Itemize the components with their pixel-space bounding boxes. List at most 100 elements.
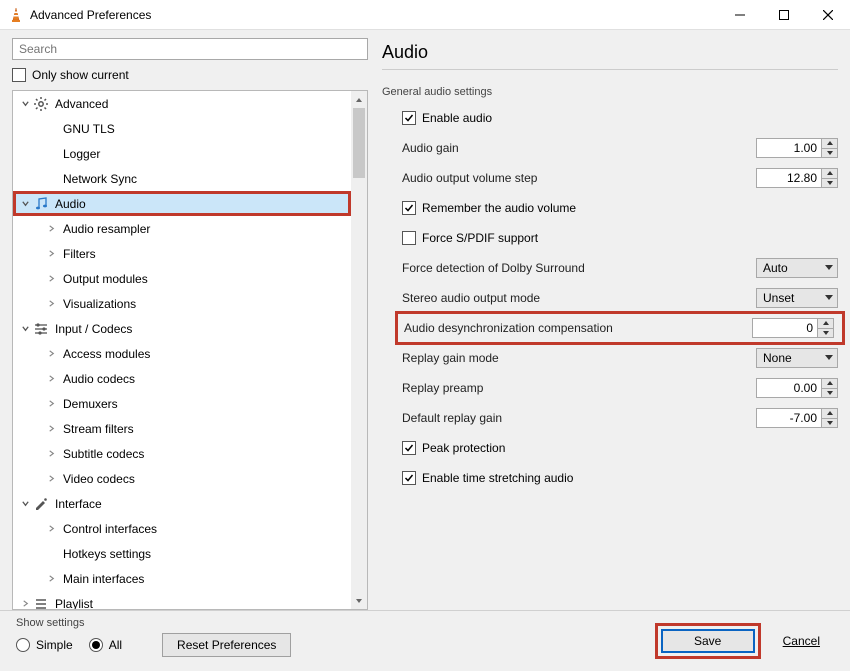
tree-node-network-sync[interactable]: Network Sync: [13, 166, 351, 191]
cancel-button[interactable]: Cancel: [769, 629, 834, 653]
scroll-up-icon[interactable]: [351, 91, 367, 108]
spin-down-icon[interactable]: [822, 149, 837, 158]
chevron-down-icon: [825, 355, 833, 361]
audio-gain-spinner[interactable]: [756, 138, 838, 158]
reset-preferences-button[interactable]: Reset Preferences: [162, 633, 291, 657]
enable-audio-checkbox[interactable]: Enable audio: [402, 111, 492, 125]
tree-node-audio[interactable]: Audio: [13, 191, 351, 216]
remember-volume-checkbox[interactable]: Remember the audio volume: [402, 201, 576, 215]
scroll-track[interactable]: [351, 108, 367, 592]
chevron-right-icon: [43, 249, 59, 258]
replay-mode-dropdown[interactable]: None: [756, 348, 838, 368]
chevron-right-icon: [43, 474, 59, 483]
only-show-current-label: Only show current: [32, 68, 129, 82]
peak-protection-label: Peak protection: [422, 441, 505, 455]
minimize-button[interactable]: [718, 0, 762, 30]
titlebar: Advanced Preferences: [0, 0, 850, 30]
vlc-cone-icon: [8, 7, 24, 23]
tree-node-subtitle-codecs[interactable]: Subtitle codecs: [13, 441, 351, 466]
save-button[interactable]: Save: [661, 629, 755, 653]
default-replay-label: Default replay gain: [402, 411, 756, 425]
dolby-dropdown[interactable]: Auto: [756, 258, 838, 278]
tree-node-visualizations[interactable]: Visualizations: [13, 291, 351, 316]
only-show-current-checkbox[interactable]: [12, 68, 26, 82]
volume-step-spinner[interactable]: [756, 168, 838, 188]
remember-volume-label: Remember the audio volume: [422, 201, 576, 215]
replay-preamp-input[interactable]: [756, 378, 822, 398]
tree-node-input-codecs[interactable]: Input / Codecs: [13, 316, 351, 341]
chevron-down-icon: [19, 199, 31, 208]
tree-node-stream-filters[interactable]: Stream filters: [13, 416, 351, 441]
only-show-current[interactable]: Only show current: [12, 68, 368, 82]
music-note-icon: [33, 196, 49, 212]
tree-node-video-codecs[interactable]: Video codecs: [13, 466, 351, 491]
chevron-down-icon: [19, 499, 31, 508]
scroll-thumb[interactable]: [353, 108, 365, 178]
default-replay-spinner[interactable]: [756, 408, 838, 428]
tree-node-playlist[interactable]: Playlist: [13, 591, 351, 609]
tree-node-filters[interactable]: Filters: [13, 241, 351, 266]
tree-node-access-modules[interactable]: Access modules: [13, 341, 351, 366]
chevron-right-icon: [43, 299, 59, 308]
volume-step-input[interactable]: [756, 168, 822, 188]
right-pane: Audio General audio settings Enable audi…: [382, 38, 838, 610]
tree-node-output-modules[interactable]: Output modules: [13, 266, 351, 291]
tree-node-control-interfaces[interactable]: Control interfaces: [13, 516, 351, 541]
replay-preamp-spinner[interactable]: [756, 378, 838, 398]
row-volume-step: Audio output volume step: [402, 168, 838, 188]
force-spdif-label: Force S/PDIF support: [422, 231, 538, 245]
radio-simple-label: Simple: [36, 638, 73, 652]
row-stereo-mode: Stereo audio output mode Unset: [402, 288, 838, 308]
tree-node-demuxers[interactable]: Demuxers: [13, 391, 351, 416]
chevron-right-icon: [43, 399, 59, 408]
replay-mode-value: None: [763, 351, 825, 365]
close-button[interactable]: [806, 0, 850, 30]
time-stretching-checkbox[interactable]: Enable time stretching audio: [402, 471, 573, 485]
scroll-down-icon[interactable]: [351, 592, 367, 609]
default-replay-input[interactable]: [756, 408, 822, 428]
tree-node-logger[interactable]: Logger: [13, 141, 351, 166]
audio-gain-label: Audio gain: [402, 141, 756, 155]
tree-node-gnu-tls[interactable]: GNU TLS: [13, 116, 351, 141]
settings-tree[interactable]: Advanced GNU TLS Logger Network Sync Aud…: [13, 91, 351, 609]
row-peak-protection: Peak protection: [402, 438, 838, 458]
spin-down-icon[interactable]: [822, 389, 837, 398]
window-controls: [718, 0, 850, 30]
desync-input[interactable]: [752, 318, 818, 338]
chevron-right-icon: [43, 574, 59, 583]
peak-protection-checkbox[interactable]: Peak protection: [402, 441, 505, 455]
settings-form: Enable audio Audio gain Audio output vol…: [382, 108, 838, 488]
dolby-value: Auto: [763, 261, 825, 275]
audio-gain-input[interactable]: [756, 138, 822, 158]
tree-node-advanced[interactable]: Advanced: [13, 91, 351, 116]
row-default-replay: Default replay gain: [402, 408, 838, 428]
dialog-buttons: Save Cancel: [661, 617, 834, 653]
spin-down-icon[interactable]: [822, 179, 837, 188]
spin-down-icon[interactable]: [818, 329, 833, 338]
chevron-right-icon: [43, 524, 59, 533]
spin-up-icon[interactable]: [822, 169, 837, 179]
tree-node-main-interfaces[interactable]: Main interfaces: [13, 566, 351, 591]
force-spdif-checkbox[interactable]: Force S/PDIF support: [402, 231, 538, 245]
spin-up-icon[interactable]: [822, 409, 837, 419]
spin-up-icon[interactable]: [822, 139, 837, 149]
tree-node-audio-codecs[interactable]: Audio codecs: [13, 366, 351, 391]
spin-down-icon[interactable]: [822, 419, 837, 428]
gear-icon: [33, 96, 49, 112]
radio-icon: [89, 638, 103, 652]
stereo-mode-dropdown[interactable]: Unset: [756, 288, 838, 308]
list-icon: [33, 596, 49, 610]
radio-simple[interactable]: Simple: [16, 638, 73, 652]
maximize-button[interactable]: [762, 0, 806, 30]
tree-node-hotkeys-settings[interactable]: Hotkeys settings: [13, 541, 351, 566]
spin-up-icon[interactable]: [818, 319, 833, 329]
tree-scrollbar[interactable]: [351, 91, 367, 609]
tree-node-interface[interactable]: Interface: [13, 491, 351, 516]
desync-spinner[interactable]: [752, 318, 834, 338]
row-audio-gain: Audio gain: [402, 138, 838, 158]
tree-node-audio-resampler[interactable]: Audio resampler: [13, 216, 351, 241]
search-input[interactable]: [12, 38, 368, 60]
window-title: Advanced Preferences: [30, 8, 718, 22]
radio-all[interactable]: All: [89, 638, 122, 652]
spin-up-icon[interactable]: [822, 379, 837, 389]
